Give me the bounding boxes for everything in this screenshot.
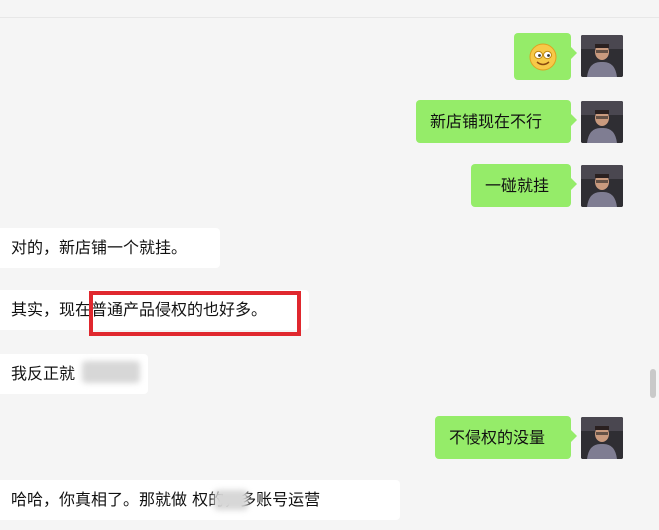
redacted-region — [82, 361, 140, 383]
message-bubble-outgoing[interactable]: 一碰就挂 — [471, 164, 577, 207]
scrollbar-thumb[interactable] — [650, 369, 656, 398]
message-text: 对的，新店铺一个就挂。 — [11, 238, 188, 257]
chat-top-divider — [0, 17, 659, 18]
message-bubble-outgoing[interactable]: 不侵权的没量 — [435, 416, 577, 459]
message-text: 一碰就挂 — [485, 175, 550, 195]
user-avatar-photo-icon — [581, 101, 623, 143]
redacted-region — [214, 490, 248, 510]
message-text: 哈哈，你真相了。那就做 权的，多账号运营 — [11, 490, 321, 509]
highlight-box — [89, 291, 301, 336]
message-bubble-incoming[interactable]: 对的，新店铺一个就挂。 — [0, 228, 220, 268]
avatar[interactable] — [581, 35, 623, 77]
user-avatar-photo-icon — [581, 165, 623, 207]
message-bubble-incoming[interactable]: 哈哈，你真相了。那就做 权的，多账号运营 — [0, 480, 400, 520]
message-bubble-outgoing[interactable]: 新店铺现在不行 — [416, 100, 577, 143]
user-avatar-photo-icon — [581, 35, 623, 77]
avatar[interactable] — [581, 101, 623, 143]
message-bubble-outgoing-emoji[interactable] — [514, 33, 577, 80]
message-text: 不侵权的没量 — [449, 427, 546, 447]
user-avatar-photo-icon — [581, 417, 623, 459]
message-text: 我反正就 — [11, 364, 76, 383]
avatar[interactable] — [581, 165, 623, 207]
smiling-face-emoji-icon — [529, 43, 556, 70]
avatar[interactable] — [581, 417, 623, 459]
message-text: 新店铺现在不行 — [430, 111, 543, 131]
